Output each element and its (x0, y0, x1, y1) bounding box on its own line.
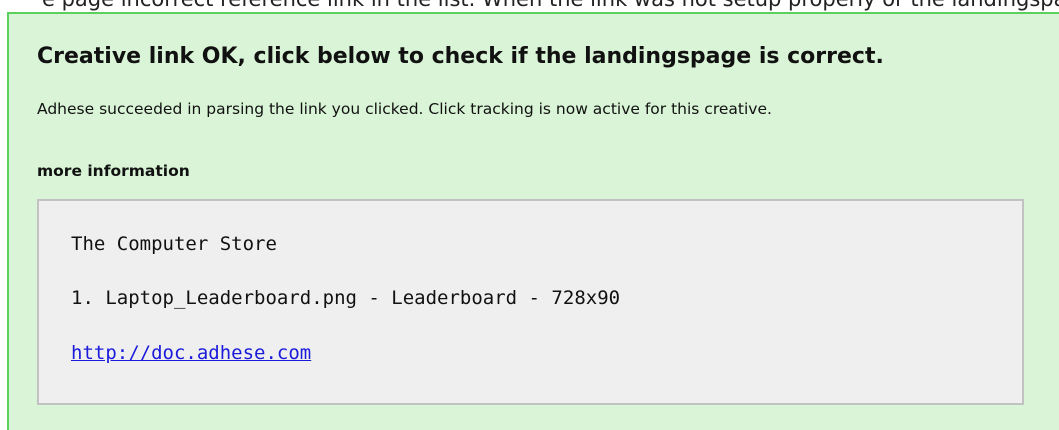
more-information-label: more information (37, 162, 190, 180)
success-panel: Creative link OK, click below to check i… (7, 12, 1059, 430)
success-description: Adhese succeeded in parsing the link you… (37, 100, 772, 118)
cropped-text-strip: e page incorrect reference link in the l… (0, 0, 1059, 12)
landing-page-link[interactable]: http://doc.adhese.com (71, 342, 311, 364)
cropped-text: e page incorrect reference link in the l… (42, 0, 1059, 11)
success-heading: Creative link OK, click below to check i… (37, 44, 884, 69)
info-box: The Computer Store 1. Laptop_Leaderboard… (37, 199, 1024, 405)
creative-details: 1. Laptop_Leaderboard.png - Leaderboard … (71, 287, 621, 309)
store-name: The Computer Store (71, 233, 277, 255)
